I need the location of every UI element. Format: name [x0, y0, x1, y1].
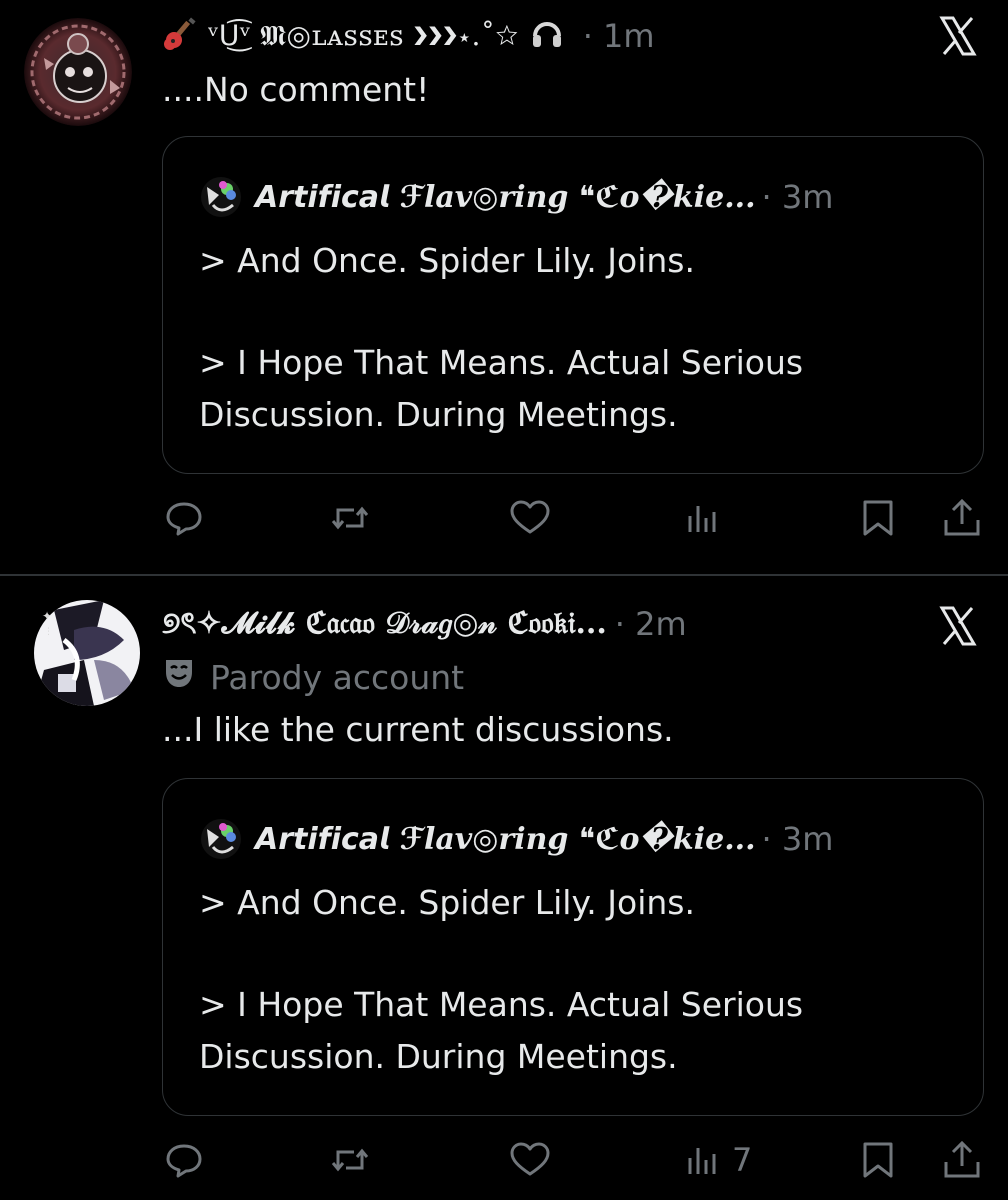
quoted-post-header: 𝘼𝙧𝙩𝙞𝙛𝙞𝙘𝙖𝙡 ℱlav◎ring ❝ℭo�kie... · 3m — [199, 175, 923, 219]
quoted-text-line: > And Once. Spider Lily. Joins. — [199, 883, 695, 922]
bookmark-button[interactable] — [856, 1138, 900, 1182]
parody-label-text: Parody account — [210, 657, 465, 697]
analytics-icon — [684, 496, 724, 540]
repost-button[interactable] — [328, 1138, 372, 1182]
quoted-avatar — [199, 817, 243, 861]
views-button[interactable] — [684, 496, 732, 540]
avatar[interactable]: ✦ ⋮ — [34, 600, 140, 706]
quoted-text-line: > And Once. Spider Lily. Joins. — [199, 241, 695, 280]
bookmark-icon — [856, 496, 900, 540]
share-icon — [940, 496, 984, 540]
mask-icon — [162, 656, 196, 698]
quoted-text-line: Discussion. During Meetings. — [199, 1037, 678, 1076]
display-name[interactable]: ୭ৎ✧𝓜𝓲𝓵𝓴 ℭ𝔞𝔠𝔞𝔬 𝒟𝓇𝒶𝑔◎𝓃 ℭ𝔬𝔬𝔨𝔦... — [162, 599, 607, 650]
x-logo-icon[interactable] — [936, 604, 980, 648]
like-button[interactable] — [508, 496, 552, 540]
repost-icon — [328, 496, 372, 540]
svg-text:✦: ✦ — [42, 609, 52, 623]
bookmark-icon — [856, 1138, 900, 1182]
x-logo-icon[interactable] — [936, 14, 980, 58]
quoted-display-name[interactable]: 𝘼𝙧𝙩𝙞𝙛𝙞𝙘𝙖𝙡 ℱlav◎ring ❝ℭo�kie... — [255, 822, 756, 857]
quoted-text-line: > I Hope That Means. Actual Serious — [199, 343, 804, 382]
quoted-time[interactable]: · 3m — [762, 178, 834, 216]
avatar[interactable] — [24, 18, 132, 126]
like-button[interactable] — [508, 1138, 552, 1182]
reply-button[interactable] — [162, 1138, 206, 1182]
post-header: ୭ৎ✧𝓜𝓲𝓵𝓴 ℭ𝔞𝔠𝔞𝔬 𝒟𝓇𝒶𝑔◎𝓃 ℭ𝔬𝔬𝔨𝔦... · 2m — [162, 602, 888, 646]
post[interactable]: ✦ ⋮ ୭ৎ✧𝓜𝓲𝓵𝓴 ℭ𝔞𝔠𝔞𝔬 𝒟𝓇𝒶𝑔◎𝓃 ℭ𝔬𝔬𝔨𝔦... · 2m P… — [0, 576, 1008, 1200]
quoted-post[interactable]: 𝘼𝙧𝙩𝙞𝙛𝙞𝙘𝙖𝙡 ℱlav◎ring ❝ℭo�kie... · 3m > An… — [162, 778, 984, 1116]
quoted-post[interactable]: 𝘼𝙧𝙩𝙞𝙛𝙞𝙘𝙖𝙡 ℱlav◎ring ❝ℭo�kie... · 3m > An… — [162, 136, 984, 474]
reply-icon — [162, 1138, 206, 1182]
bookmark-button[interactable] — [856, 496, 900, 540]
action-bar — [162, 496, 988, 540]
share-button[interactable] — [940, 496, 984, 540]
headphones-icon — [529, 16, 565, 56]
reply-button[interactable] — [162, 496, 206, 540]
display-name[interactable]: ᵛᑌ͜͡ᵛ 𝕸◎ʟᴀꜱꜱᴇꜱ ❯❯❯⋆.˚☆ — [208, 19, 519, 53]
post[interactable]: ᵛᑌ͜͡ᵛ 𝕸◎ʟᴀꜱꜱᴇꜱ ❯❯❯⋆.˚☆ · 1m ....No comme… — [0, 0, 1008, 574]
quoted-time[interactable]: · 3m — [762, 820, 834, 858]
post-header: ᵛᑌ͜͡ᵛ 𝕸◎ʟᴀꜱꜱᴇꜱ ❯❯❯⋆.˚☆ · 1m — [162, 14, 888, 58]
post-time[interactable]: · 1m — [583, 17, 655, 55]
repost-icon — [328, 1138, 372, 1182]
quoted-display-name[interactable]: 𝘼𝙧𝙩𝙞𝙛𝙞𝙘𝙖𝙡 ℱlav◎ring ❝ℭo�kie... — [255, 180, 756, 215]
heart-icon — [508, 496, 552, 540]
heart-icon — [508, 1138, 552, 1182]
svg-text:⋮: ⋮ — [44, 627, 53, 637]
share-button[interactable] — [940, 1138, 984, 1182]
share-icon — [940, 1138, 984, 1182]
views-count: 7 — [732, 1141, 753, 1179]
quoted-post-header: 𝘼𝙧𝙩𝙞𝙛𝙞𝙘𝙖𝙡 ℱlav◎ring ❝ℭo�kie... · 3m — [199, 817, 923, 861]
reply-icon — [162, 496, 206, 540]
analytics-icon — [684, 1138, 724, 1182]
repost-button[interactable] — [328, 496, 372, 540]
action-bar: 7 — [162, 1138, 988, 1182]
quoted-text-line: Discussion. During Meetings. — [199, 395, 678, 434]
guitar-icon — [162, 16, 198, 56]
quoted-text-line: > I Hope That Means. Actual Serious — [199, 985, 804, 1024]
post-time[interactable]: · 2m — [615, 605, 687, 643]
parody-label: Parody account — [162, 656, 464, 698]
post-text: ...I like the current discussions. — [162, 710, 674, 749]
post-text: ....No comment! — [162, 70, 430, 109]
views-button[interactable]: 7 — [684, 1138, 752, 1182]
quoted-avatar — [199, 175, 243, 219]
